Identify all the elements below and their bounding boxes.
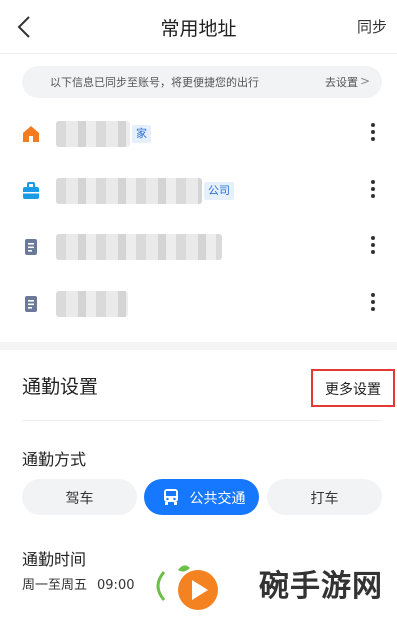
commute-time-label: 通勤时间: [22, 550, 87, 569]
more-settings-label: 更多设置: [325, 382, 381, 398]
redacted-address: [56, 178, 202, 204]
mode-taxi-label: 打车: [310, 491, 339, 507]
commute-time-value[interactable]: 周一至周五 09:00: [22, 574, 134, 593]
document-icon: [25, 296, 37, 312]
document-icon: [25, 239, 37, 255]
mode-transit-button[interactable]: 公共交通: [144, 479, 259, 515]
mode-drive-button[interactable]: 驾车: [22, 479, 137, 515]
commute-settings-title: 通勤设置: [22, 376, 99, 398]
more-settings-button[interactable]: 更多设置: [311, 369, 395, 407]
address-row-work[interactable]: 公司: [0, 172, 397, 212]
mode-drive-label: 驾车: [65, 491, 94, 507]
address-row-3[interactable]: [0, 228, 397, 268]
divider-line: [22, 420, 382, 421]
sync-notice-text: 以下信息已同步至账号，将更便捷您的出行: [50, 76, 259, 89]
section-divider: [0, 342, 397, 350]
navigation-bar: 常用地址 同步: [0, 0, 397, 54]
watermark-logo-icon: [156, 565, 218, 610]
chevron-right-icon: >: [359, 74, 370, 88]
more-options-icon[interactable]: [371, 236, 375, 256]
address-row-4[interactable]: [0, 285, 397, 325]
redacted-address: [56, 121, 130, 147]
mode-transit-label: 公共交通: [189, 491, 246, 507]
sync-button[interactable]: 同步: [357, 16, 387, 37]
commute-days: 周一至周五: [22, 578, 88, 593]
home-icon: [23, 126, 39, 142]
sync-notice-bar[interactable]: 以下信息已同步至账号，将更便捷您的出行 去设置 >: [22, 66, 382, 98]
address-tag-home: 家: [132, 125, 151, 143]
watermark-text: 碗手游网: [259, 569, 383, 604]
mode-taxi-button[interactable]: 打车: [267, 479, 382, 515]
go-settings-link[interactable]: 去设置: [325, 74, 358, 90]
address-row-home[interactable]: 家: [0, 115, 397, 155]
redacted-address: [56, 234, 222, 260]
more-options-icon[interactable]: [371, 180, 375, 200]
address-tag-work: 公司: [204, 182, 234, 200]
briefcase-icon: [23, 182, 39, 199]
commute-time: 09:00: [97, 578, 135, 593]
more-options-icon[interactable]: [371, 123, 375, 143]
more-options-icon[interactable]: [371, 293, 375, 313]
commute-mode-label: 通勤方式: [22, 450, 87, 469]
redacted-address: [56, 291, 128, 317]
page-title: 常用地址: [160, 18, 237, 40]
